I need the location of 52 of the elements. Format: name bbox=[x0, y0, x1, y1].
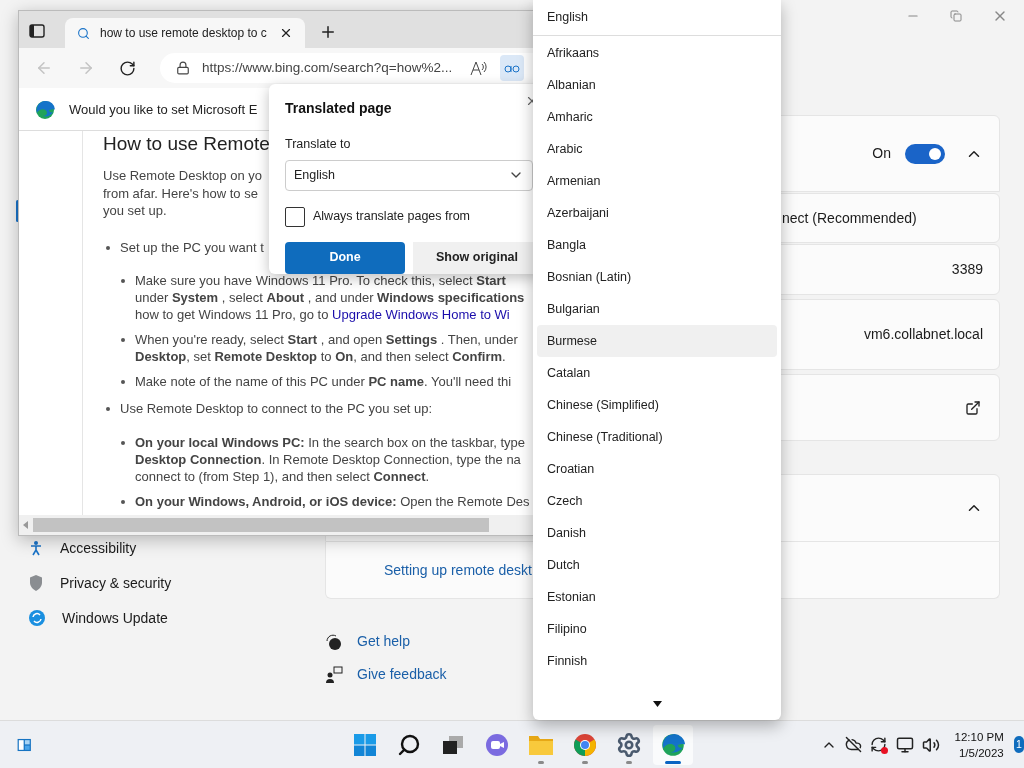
notification-badge[interactable]: 1 bbox=[1013, 736, 1024, 753]
tab-title: how to use remote desktop to c bbox=[100, 25, 268, 42]
language-option[interactable]: English bbox=[533, 0, 781, 36]
sidebar-item[interactable]: Accessibility bbox=[28, 537, 325, 559]
setting-value: 3389 bbox=[951, 260, 983, 279]
checkbox-label: Always translate pages from bbox=[313, 208, 470, 226]
language-option[interactable]: Azerbaijani bbox=[537, 197, 777, 229]
url-text: https://www.bing.com/search?q=how%2... bbox=[202, 58, 453, 77]
bullet-text: Make note of the name of this PC under PC name. You'll need thi bbox=[135, 373, 512, 390]
help-link[interactable]: Get help bbox=[357, 631, 410, 652]
language-option[interactable]: Albanian bbox=[537, 69, 777, 101]
language-option[interactable]: Croatian bbox=[537, 453, 777, 485]
language-select[interactable]: English bbox=[285, 159, 533, 191]
infobar-text: Would you like to set Microsoft E bbox=[69, 100, 258, 119]
language-option[interactable]: Danish bbox=[537, 517, 777, 549]
popup-title: Translated page bbox=[285, 99, 392, 118]
language-option[interactable]: Finnish bbox=[537, 645, 777, 677]
language-option[interactable]: Chinese (Traditional) bbox=[537, 421, 777, 453]
browser-tab[interactable]: how to use remote desktop to c bbox=[65, 18, 305, 48]
option-label: nect (Recommended) bbox=[782, 208, 917, 228]
language-option[interactable]: Estonian bbox=[537, 581, 777, 613]
language-option[interactable]: Dutch bbox=[537, 549, 777, 581]
language-option[interactable]: Burmese bbox=[537, 325, 777, 357]
setting-value: vm6.collabnet.local bbox=[863, 325, 983, 344]
bullet-text: Set up the PC you want t bbox=[120, 238, 264, 256]
language-option[interactable]: Czech bbox=[537, 485, 777, 517]
bullet-text: Make sure you have Windows 11 Pro. To check this, select Start under System , select About , and under Windows specifications how to get Windows 11 Pro, go to Upgrade Windows Home to Wi bbox=[135, 272, 525, 323]
toggle-state-text: On bbox=[872, 144, 891, 163]
field-label: Translate to bbox=[285, 136, 352, 153]
done-button[interactable]: Done bbox=[285, 241, 405, 274]
help-link[interactable]: Setting up remote deskt bbox=[384, 559, 532, 581]
clock-date: 1/5/2023 bbox=[958, 745, 1004, 761]
bullet-text: When you're ready, select Start , and open Settings . Then, under Desktop, set Remote Desktop to On, and then select Confirm. bbox=[135, 331, 518, 365]
clock[interactable]: 12:10 PM 1/5/2023 bbox=[954, 728, 1004, 761]
language-option[interactable]: Chinese (Simplified) bbox=[537, 389, 777, 421]
clock-time: 12:10 PM bbox=[954, 729, 1004, 745]
article-heading: How to use Remote bbox=[103, 132, 270, 156]
language-option[interactable]: Amharic bbox=[537, 101, 777, 133]
bullet-text: Use Remote Desktop to connect to the PC you set up: bbox=[120, 400, 433, 418]
sidebar-item[interactable]: Privacy & security bbox=[28, 572, 325, 594]
language-option[interactable]: Filipino bbox=[537, 613, 777, 645]
article-link[interactable]: Upgrade Windows Home to Wi bbox=[332, 307, 510, 322]
language-option[interactable]: Arabic bbox=[537, 133, 777, 165]
sidebar-item[interactable]: Windows Update bbox=[28, 607, 325, 629]
help-link[interactable]: Give feedback bbox=[357, 664, 447, 685]
bullet-text: On your local Windows PC: In the search box on the taskbar, type Desktop Connection. In Remote Desktop Connection, type the na connect to (from Step 1), and then select Connect. bbox=[135, 433, 526, 485]
language-option[interactable]: Catalan bbox=[537, 357, 777, 389]
language-option[interactable]: Afrikaans bbox=[537, 37, 777, 69]
article-intro: Use Remote Desktop on yo from afar. Here's how to se you set up. bbox=[103, 167, 262, 220]
bullet-text: On your Windows, Android, or iOS device: Open the Remote Des bbox=[135, 492, 530, 510]
language-option[interactable]: Armenian bbox=[537, 165, 777, 197]
language-option[interactable]: Bulgarian bbox=[537, 293, 777, 325]
